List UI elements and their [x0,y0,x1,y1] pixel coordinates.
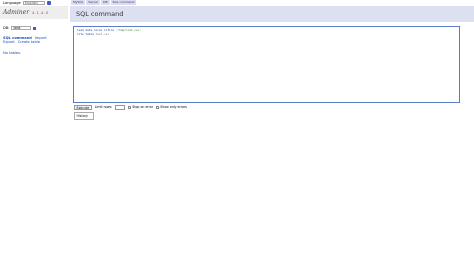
execute-button[interactable]: Execute [74,105,92,110]
language-select[interactable]: English [22,0,45,5]
stop-on-error-checkbox[interactable] [128,105,132,109]
logo-row: Adminer 4.1.4.0 [0,6,68,19]
show-errors-option[interactable]: Show only errors [156,105,187,109]
page-header: SQL command [70,6,474,22]
query-controls: Execute Limit rows: Stop on error Show o… [74,105,187,110]
nav-export[interactable]: Export [3,40,15,44]
editor-line-2: into table test.csv [77,31,110,36]
app-version: 4.1.4.0 [32,10,49,15]
db-select[interactable]: test [11,26,32,30]
language-label: Language [3,0,21,5]
show-errors-checkbox[interactable] [156,105,160,109]
page-title: SQL command [76,10,124,18]
breadcrumb-driver[interactable]: MySQL [71,0,86,5]
breadcrumb-db[interactable]: DB [101,0,110,5]
breadcrumb: MySQL Server DB SQL command [71,0,137,5]
app-logo[interactable]: Adminer [3,9,29,16]
show-errors-label: Show only errors [160,105,187,110]
sql-editor[interactable]: load data local infile '/tmp/list.csv' i… [73,26,460,103]
stop-on-error-label: Stop on error [132,105,154,110]
language-submit-icon[interactable] [46,0,51,5]
sidebar: Adminer 4.1.4.0 DB: test SQL command Imp… [0,6,68,266]
breadcrumb-current: SQL command [110,0,137,5]
sidebar-nav: SQL command Import Export Create table [3,36,50,44]
history-fieldset: History [74,112,94,120]
stop-on-error-option[interactable]: Stop on error [128,105,153,109]
nav-create-table[interactable]: Create table [18,40,40,44]
history-link[interactable]: History [77,114,88,118]
breadcrumb-server[interactable]: Server [86,0,101,5]
limit-rows-input[interactable] [115,105,126,110]
no-tables-message: No tables. [3,51,22,55]
language-switcher: Language English [3,0,51,5]
limit-rows-label: Limit rows: [94,105,113,110]
db-label: DB: [3,26,10,30]
db-submit-icon[interactable] [33,26,37,30]
db-selector: DB: test [3,26,37,30]
